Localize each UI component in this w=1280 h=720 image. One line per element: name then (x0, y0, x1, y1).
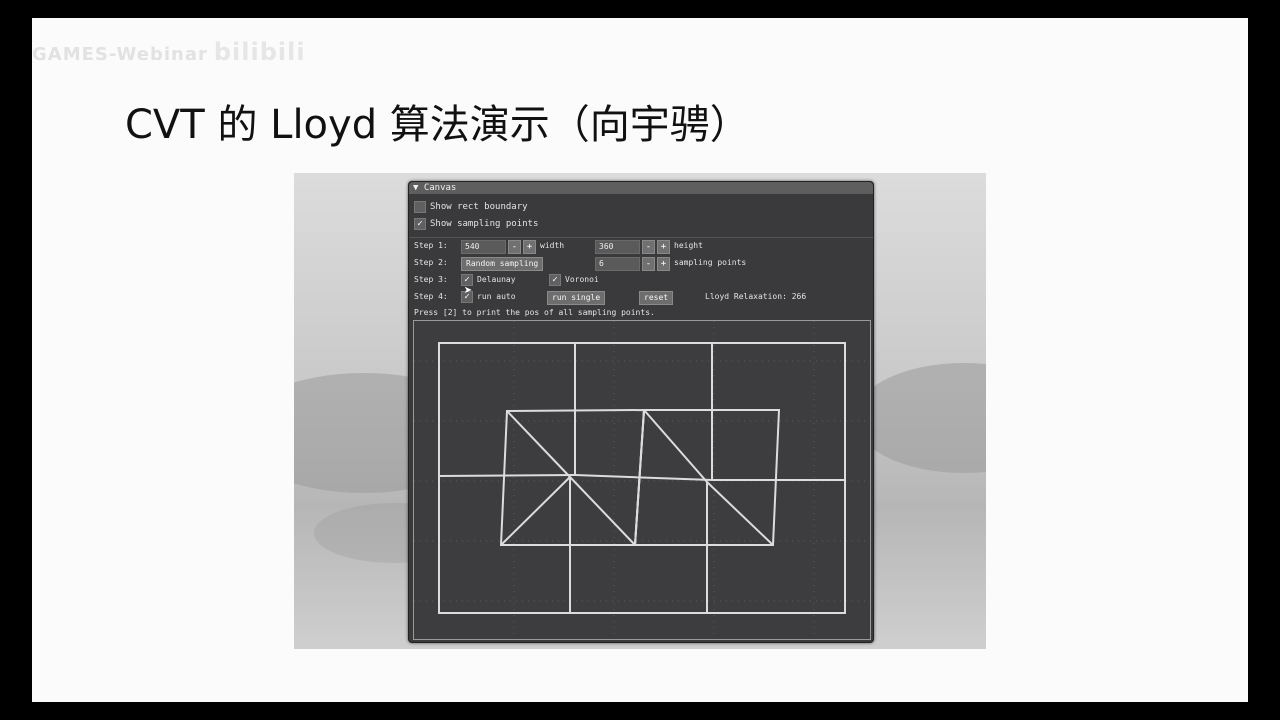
step1-label: Step 1: (414, 241, 448, 250)
window-title: Canvas (423, 183, 457, 193)
width-input[interactable]: 540 (461, 240, 506, 254)
step3-label: Step 3: (414, 275, 448, 284)
bilibili-logo: bilibili (213, 38, 306, 66)
drawing-canvas[interactable] (413, 320, 871, 640)
show-rect-boundary-row[interactable]: Show rect boundary (414, 200, 528, 214)
slide: GAMES-Webinar bilibili CVT 的 Lloyd 算法演示（向… (32, 18, 1248, 702)
height-increment-button[interactable]: + (657, 240, 670, 254)
lloyd-relaxation-counter: Lloyd Relaxation: 266 (705, 292, 807, 301)
delaunay-edge (506, 410, 571, 478)
sampling-count-increment-button[interactable]: + (657, 257, 670, 271)
canvas-window: ▼ Canvas Show rect boundary ✓ Show sampli… (408, 181, 874, 643)
delaunay-edge (706, 481, 774, 546)
watermark-text: GAMES-Webinar (32, 44, 208, 65)
show-sampling-points-checkbox[interactable]: ✓ (414, 217, 426, 230)
run-auto-label: run auto (477, 292, 516, 301)
voronoi-toggle[interactable]: ✓ Voronoi (549, 273, 599, 287)
width-increment-button[interactable]: + (523, 240, 536, 254)
width-label: width (540, 241, 565, 250)
sampling-count-decrement-button[interactable]: - (642, 257, 655, 271)
sampling-count-label: sampling points (674, 258, 747, 267)
height-label: height (674, 241, 703, 250)
collapse-triangle-icon[interactable]: ▼ (413, 183, 418, 193)
hint-text: Press [2] to print the pos of all sampli… (414, 308, 655, 317)
slide-title: CVT 的 Lloyd 算法演示（向宇骋） (125, 102, 750, 148)
width-decrement-button[interactable]: - (508, 240, 521, 254)
voronoi-label: Voronoi (565, 275, 599, 284)
voronoi-delaunay-drawing (414, 321, 870, 639)
delaunay-edge (500, 476, 571, 546)
step2-label: Step 2: (414, 258, 448, 267)
show-rect-boundary-checkbox[interactable] (414, 200, 426, 213)
height-decrement-button[interactable]: - (642, 240, 655, 254)
voronoi-checkbox[interactable]: ✓ (549, 273, 561, 286)
show-sampling-points-label: Show sampling points (430, 219, 539, 229)
voronoi-edge (438, 474, 576, 477)
delaunay-edge (643, 409, 708, 483)
watermark: GAMES-Webinar bilibili (32, 38, 306, 66)
height-input[interactable]: 360 (595, 240, 640, 254)
separator (409, 237, 873, 238)
show-sampling-points-row[interactable]: ✓ Show sampling points (414, 217, 538, 231)
window-header[interactable]: ▼ Canvas (409, 182, 873, 194)
demo-screenshot: ▼ Canvas Show rect boundary ✓ Show sampli… (294, 173, 986, 649)
reset-button[interactable]: reset (639, 291, 674, 305)
show-rect-boundary-label: Show rect boundary (430, 202, 528, 212)
delaunay-label: Delaunay (477, 275, 516, 284)
run-single-button[interactable]: run single (547, 291, 606, 305)
random-sampling-button[interactable]: Random sampling (461, 257, 544, 271)
mouse-cursor-icon: ➤ (464, 283, 473, 299)
delaunay-edge (569, 476, 636, 546)
sampling-count-input[interactable]: 6 (595, 257, 640, 271)
step4-label: Step 4: (414, 292, 448, 301)
voronoi-edge (574, 474, 713, 481)
